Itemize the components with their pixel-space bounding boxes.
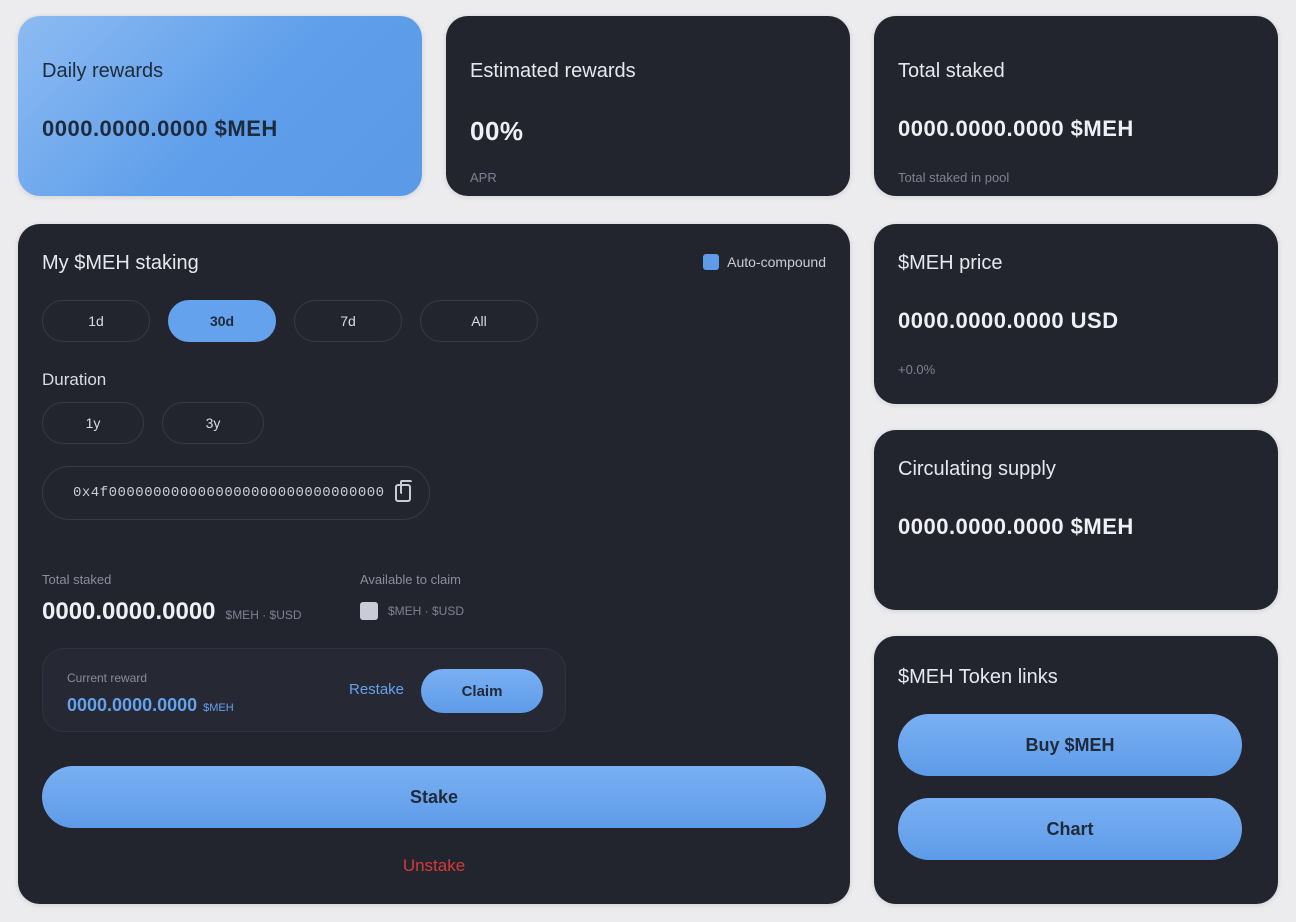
price-value: 0000.0000.0000 USD xyxy=(898,308,1119,333)
total-staked-amount-value: 0000.0000.0000 xyxy=(42,598,216,625)
claim-box: Current reward 0000.0000.0000 $MEH Resta… xyxy=(42,648,566,732)
daily-rewards-title: Daily rewards xyxy=(42,60,164,82)
copy-icon[interactable] xyxy=(395,480,412,502)
address-input[interactable] xyxy=(73,485,387,501)
total-staked-label: Total staked xyxy=(42,572,112,587)
available-amount-value: $MEH · $USD xyxy=(388,604,465,618)
unstake-link[interactable]: Unstake xyxy=(18,856,850,876)
auto-compound-checkbox[interactable] xyxy=(703,254,720,270)
total-staked-amount-unit: $MEH · $USD xyxy=(225,608,302,622)
chart-button[interactable]: Chart xyxy=(898,798,1242,860)
duration-3y[interactable]: 3y xyxy=(162,402,264,444)
duration-1y[interactable]: 1y xyxy=(42,402,144,444)
staking-title: My $MEH staking xyxy=(42,252,199,274)
claim-button[interactable]: Claim xyxy=(421,669,543,713)
claim-amount-value: 0000.0000.0000 xyxy=(67,695,198,715)
period-all[interactable]: All xyxy=(420,300,538,342)
total-staked-title: Total staked xyxy=(898,60,1005,82)
stake-button[interactable]: Stake xyxy=(42,766,826,828)
period-1d[interactable]: 1d xyxy=(42,300,150,342)
price-sub: +0.0% xyxy=(898,362,936,377)
duration-label: Duration xyxy=(42,370,107,389)
circulating-supply-value: 0000.0000.0000 $MEH xyxy=(898,514,1134,539)
estimated-rewards-sub: APR xyxy=(470,170,497,185)
claim-amount-unit: $MEH xyxy=(203,702,234,714)
estimated-rewards-title: Estimated rewards xyxy=(470,60,636,82)
circulating-supply-card: Circulating supply 0000.0000.0000 $MEH xyxy=(874,430,1278,610)
daily-rewards-card: Daily rewards 0000.0000.0000 $MEH xyxy=(18,16,422,196)
staking-panel: My $MEH staking Auto-compound 1d 30d 7d … xyxy=(18,224,850,904)
daily-rewards-value: 0000.0000.0000 $MEH xyxy=(42,116,278,141)
available-label: Available to claim xyxy=(360,572,461,587)
price-title: $MEH price xyxy=(898,252,1003,274)
wallet-icon xyxy=(360,602,378,620)
total-staked-amount: 0000.0000.0000 $MEH · $USD xyxy=(42,598,302,626)
token-links-title: $MEH Token links xyxy=(898,666,1058,688)
estimated-rewards-card: Estimated rewards 00% APR xyxy=(446,16,850,196)
total-staked-value: 0000.0000.0000 $MEH xyxy=(898,116,1134,141)
total-staked-card: Total staked 0000.0000.0000 $MEH Total s… xyxy=(874,16,1278,196)
buy-button[interactable]: Buy $MEH xyxy=(898,714,1242,776)
address-field[interactable] xyxy=(42,466,430,520)
circulating-supply-title: Circulating supply xyxy=(898,458,1056,480)
available-amount: $MEH · $USD xyxy=(360,602,464,620)
claim-label: Current reward xyxy=(67,671,148,685)
total-staked-sub: Total staked in pool xyxy=(898,170,1010,185)
estimated-rewards-value: 00% xyxy=(470,116,524,146)
restake-link[interactable]: Restake xyxy=(349,681,404,698)
auto-compound-label: Auto-compound xyxy=(727,254,826,270)
period-7d[interactable]: 7d xyxy=(294,300,402,342)
price-card: $MEH price 0000.0000.0000 USD +0.0% xyxy=(874,224,1278,404)
claim-amount: 0000.0000.0000 $MEH xyxy=(67,695,234,716)
period-30d[interactable]: 30d xyxy=(168,300,276,342)
token-links-card: $MEH Token links Buy $MEH Chart xyxy=(874,636,1278,904)
auto-compound-toggle[interactable]: Auto-compound xyxy=(703,254,826,270)
